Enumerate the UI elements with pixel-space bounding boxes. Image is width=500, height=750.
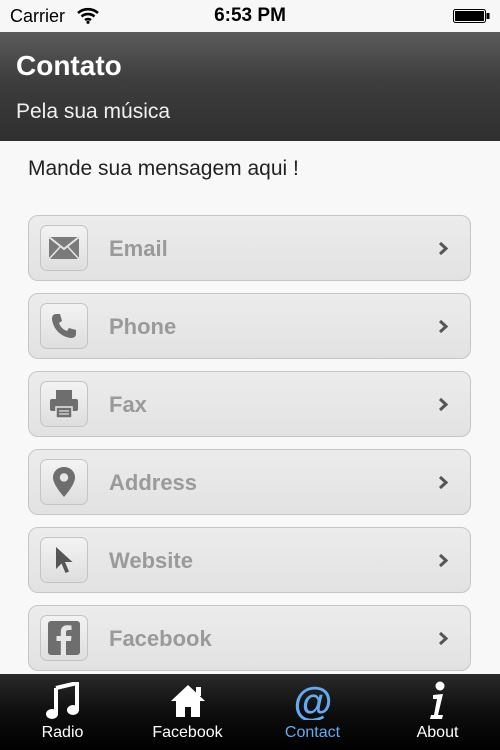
tab-label: Contact <box>284 724 341 741</box>
contact-list: Email Phone Fax Address Website Facebook <box>28 215 471 683</box>
clock: 6:53 PM <box>214 5 286 26</box>
contact-label: Phone <box>109 314 177 339</box>
tab-label: Facebook <box>152 724 223 741</box>
contact-row-phone[interactable]: Phone <box>28 293 471 359</box>
contact-label: Website <box>109 548 193 573</box>
header: Contato Pela sua música <box>0 32 500 141</box>
tab-bar: Radio Facebook @ Contact About <box>0 674 500 750</box>
chevron-right-icon <box>438 241 449 261</box>
status-bar: Carrier 6:53 PM <box>0 0 500 32</box>
contact-row-email[interactable]: Email <box>28 215 471 281</box>
contact-row-address[interactable]: Address <box>28 449 471 515</box>
facebook-icon <box>40 615 88 661</box>
chevron-right-icon <box>438 631 449 651</box>
cursor-arrow-icon <box>40 537 88 583</box>
at-sign-icon: @ <box>250 680 375 722</box>
chevron-right-icon <box>438 397 449 417</box>
tab-radio[interactable]: Radio <box>0 674 125 750</box>
chevron-right-icon <box>438 319 449 339</box>
svg-text:@: @ <box>293 682 332 720</box>
contact-label: Email <box>109 236 168 261</box>
page-subtitle: Pela sua música <box>16 100 171 123</box>
envelope-icon <box>40 225 88 271</box>
tab-about[interactable]: About <box>375 674 500 750</box>
contact-row-website[interactable]: Website <box>28 527 471 593</box>
contact-row-fax[interactable]: Fax <box>28 371 471 437</box>
music-note-icon <box>0 680 125 722</box>
printer-icon <box>40 381 88 427</box>
chevron-right-icon <box>438 553 449 573</box>
intro-text: Mande sua mensagem aqui ! <box>28 157 299 180</box>
tab-facebook[interactable]: Facebook <box>125 674 250 750</box>
contact-label: Facebook <box>109 626 212 651</box>
chevron-right-icon <box>438 475 449 495</box>
page-title: Contato <box>16 50 122 81</box>
tab-label: About <box>416 724 459 741</box>
battery-icon <box>453 9 490 23</box>
map-pin-icon <box>40 459 88 505</box>
tab-contact[interactable]: @ Contact <box>250 674 375 750</box>
home-icon <box>125 680 250 722</box>
info-icon <box>375 680 500 722</box>
contact-label: Address <box>109 470 198 495</box>
contact-row-facebook[interactable]: Facebook <box>28 605 471 671</box>
tab-label: Radio <box>41 724 84 741</box>
contact-label: Fax <box>109 392 147 417</box>
phone-icon <box>40 303 88 349</box>
